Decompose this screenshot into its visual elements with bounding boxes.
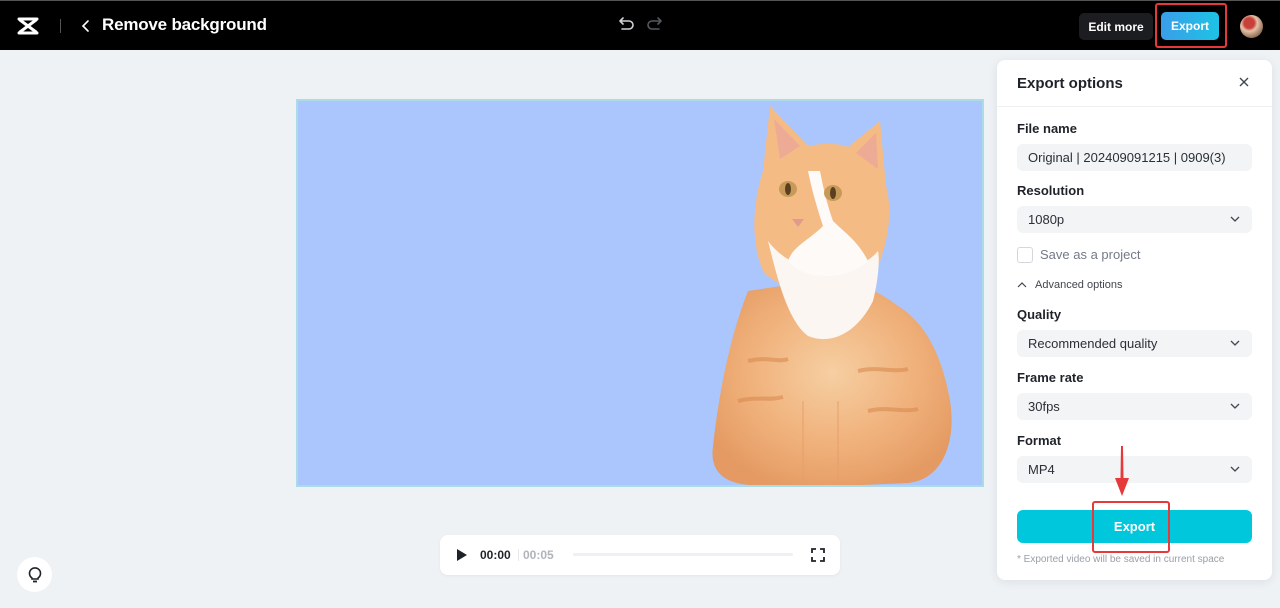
redo-icon[interactable] <box>645 15 663 33</box>
video-preview-canvas[interactable] <box>296 99 984 487</box>
save-as-project-checkbox[interactable] <box>1017 247 1033 263</box>
capcut-logo-icon[interactable] <box>16 15 40 37</box>
header-divider <box>60 19 61 33</box>
video-player-controls: 00:00 00:05 <box>440 535 840 575</box>
chevron-down-icon <box>1230 216 1240 222</box>
format-label: Format <box>1017 433 1062 448</box>
page-title: Remove background <box>102 15 267 34</box>
frame-rate-label: Frame rate <box>1017 370 1084 385</box>
format-select[interactable]: MP4 <box>1017 456 1252 483</box>
export-options-panel: Export options File name Original | 2024… <box>997 60 1272 580</box>
hint-button[interactable] <box>17 557 52 592</box>
chevron-down-icon <box>1230 466 1240 472</box>
resolution-value: 1080p <box>1028 212 1065 227</box>
play-icon[interactable] <box>456 548 468 562</box>
chevron-down-icon <box>1230 340 1240 346</box>
export-button-top[interactable]: Export <box>1161 12 1219 40</box>
export-button[interactable]: Export <box>1017 510 1252 543</box>
chevron-left-icon[interactable] <box>78 15 94 37</box>
resolution-label: Resolution <box>1017 183 1085 198</box>
frame-rate-value: 30fps <box>1028 399 1060 414</box>
format-value: MP4 <box>1028 462 1055 477</box>
export-footnote: * Exported video will be saved in curren… <box>1017 554 1225 565</box>
quality-label: Quality <box>1017 307 1062 322</box>
quality-value: Recommended quality <box>1028 336 1158 351</box>
resolution-select[interactable]: 1080p <box>1017 206 1252 233</box>
chevron-down-icon <box>1230 403 1240 409</box>
file-name-label: File name <box>1017 121 1077 136</box>
current-time: 00:00 <box>480 548 511 562</box>
progress-bar[interactable] <box>573 553 793 556</box>
file-name-input[interactable]: Original | 202409091215 | 0909(3) <box>1017 144 1252 171</box>
user-avatar[interactable] <box>1240 15 1263 38</box>
panel-title: Export options <box>1017 75 1123 92</box>
save-as-project-label[interactable]: Save as a project <box>1040 247 1140 262</box>
total-time: 00:05 <box>523 548 554 562</box>
lightbulb-icon <box>28 566 41 582</box>
chevron-up-icon[interactable] <box>1017 281 1027 289</box>
edit-more-button[interactable]: Edit more <box>1079 13 1153 40</box>
frame-rate-select[interactable]: 30fps <box>1017 393 1252 420</box>
fullscreen-icon[interactable] <box>811 548 825 562</box>
panel-header: Export options <box>997 60 1272 107</box>
close-icon[interactable] <box>1238 76 1250 88</box>
cat-subject-image <box>712 106 952 485</box>
advanced-options-toggle[interactable]: Advanced options <box>1035 279 1122 291</box>
time-separator <box>518 549 519 561</box>
undo-icon[interactable] <box>618 15 636 33</box>
top-bar: Remove background Edit more Export <box>0 0 1280 50</box>
quality-select[interactable]: Recommended quality <box>1017 330 1252 357</box>
file-name-value: Original | 202409091215 | 0909(3) <box>1028 150 1226 165</box>
